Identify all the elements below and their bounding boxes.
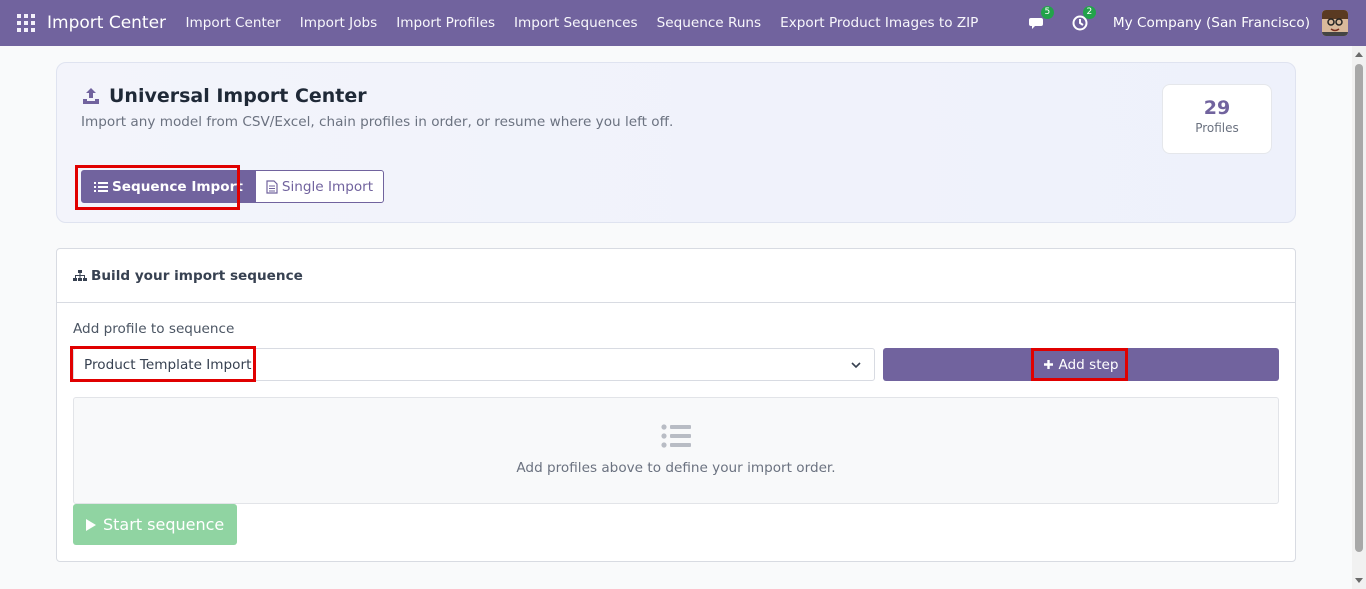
empty-sequence-message: Add profiles above to define your import… [516,460,836,476]
nav-import-sequences[interactable]: Import Sequences [514,15,638,31]
nav-sequence-runs[interactable]: Sequence Runs [657,15,762,31]
sitemap-icon [73,269,87,281]
scroll-up-icon[interactable] [1355,52,1363,57]
add-step-label: Add step [1058,356,1119,373]
avatar-image [1322,10,1348,36]
page-title: Universal Import Center [109,85,367,107]
list-ol-icon [94,181,108,192]
profile-select-value: Product Template Import [84,356,252,373]
hero-title-row: Universal Import Center [81,85,367,107]
nav-import-jobs[interactable]: Import Jobs [300,15,377,31]
company-switcher[interactable]: My Company (San Francisco) [1113,15,1310,31]
upload-icon [83,88,99,104]
nav-import-center[interactable]: Import Center [186,15,281,31]
add-step-button[interactable]: Add step [883,348,1279,381]
start-sequence-button[interactable]: Start sequence [73,504,237,545]
build-card-header: Build your import sequence [57,249,1295,303]
sequence-import-label: Sequence Import [112,178,243,195]
profiles-stat: 29 Profiles [1162,84,1272,154]
hero-card: Universal Import Center Import any model… [56,62,1296,223]
profiles-count: 29 [1203,97,1231,119]
empty-sequence-placeholder: Add profiles above to define your import… [73,397,1279,504]
messages-button[interactable]: 5 [1028,6,1054,32]
nav-export-product-images[interactable]: Export Product Images to ZIP [780,15,978,31]
plus-icon [1044,360,1054,369]
sequence-import-button[interactable]: Sequence Import [81,170,256,203]
profile-field-label: Add profile to sequence [73,321,235,337]
start-sequence-label: Start sequence [103,515,225,534]
play-icon [86,518,96,531]
profile-select[interactable]: Product Template Import [73,348,875,381]
app-brand[interactable]: Import Center [47,13,166,33]
mode-toggle: Sequence Import Single Import [81,170,385,203]
chevron-down-icon [851,362,861,369]
user-avatar[interactable] [1322,10,1348,36]
single-import-label: Single Import [281,178,374,195]
scrollbar-thumb[interactable] [1355,64,1363,552]
build-sequence-card: Build your import sequence Add profile t… [56,248,1296,562]
top-navbar: Import Center Import Center Import Jobs … [0,0,1366,46]
nav-import-profiles[interactable]: Import Profiles [396,15,495,31]
build-card-title: Build your import sequence [91,267,303,284]
activities-badge: 2 [1082,6,1096,19]
single-import-button[interactable]: Single Import [255,170,385,203]
file-icon [266,179,278,194]
profiles-label: Profiles [1195,121,1239,135]
messages-badge: 5 [1040,6,1054,19]
activities-button[interactable]: 2 [1071,6,1096,32]
apps-menu-icon[interactable] [17,14,35,32]
page-subtitle: Import any model from CSV/Excel, chain p… [81,114,674,130]
page-scrollbar[interactable] [1352,46,1366,589]
list-icon [661,424,691,448]
scroll-down-icon[interactable] [1355,578,1363,583]
